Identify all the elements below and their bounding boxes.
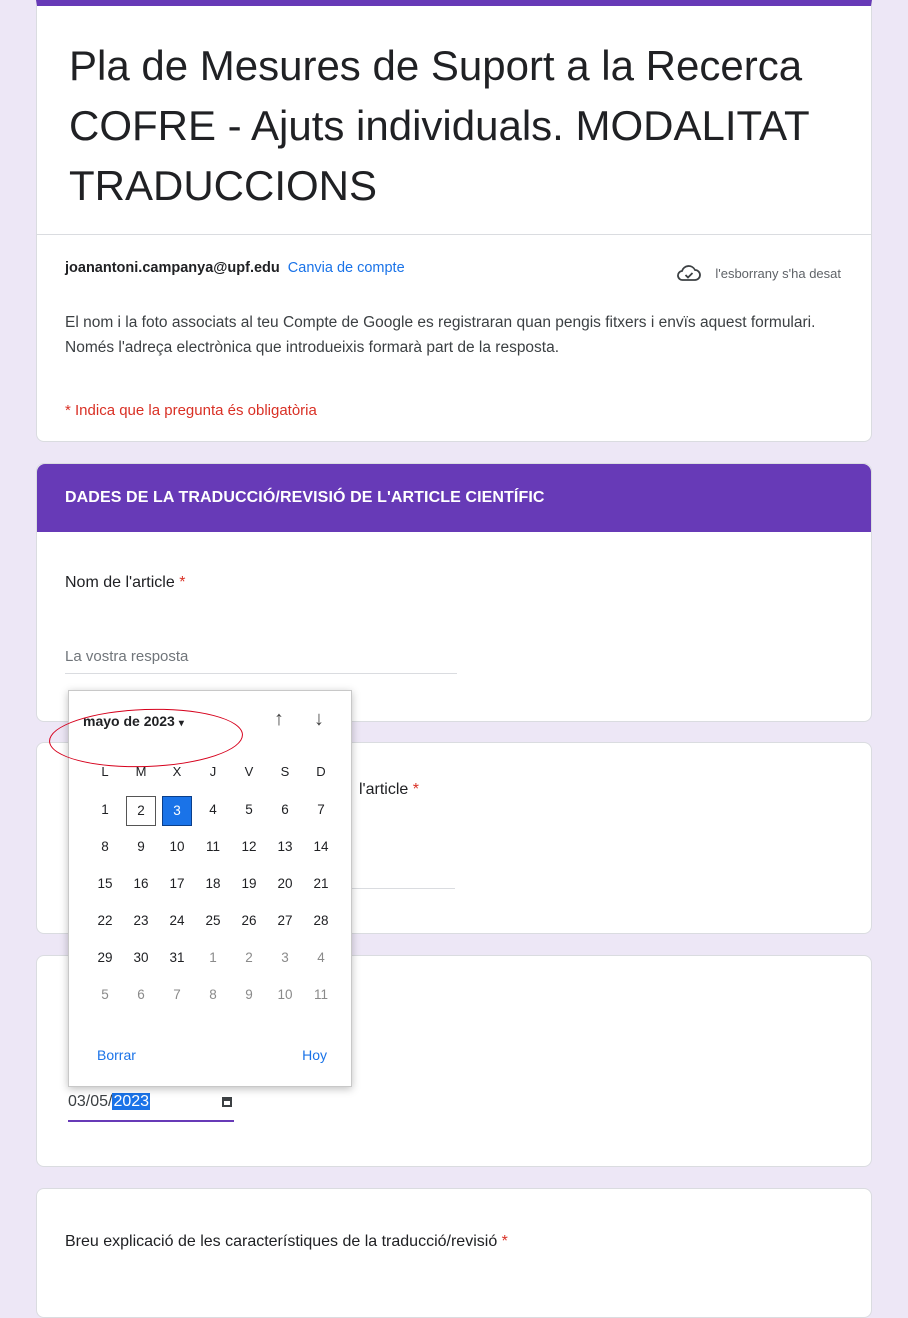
calendar-day[interactable]: 9 — [126, 833, 156, 863]
switch-account-link[interactable]: Canvia de compte — [288, 260, 405, 276]
calendar-day-other-month[interactable]: 2 — [234, 944, 264, 974]
calendar-day[interactable]: 11 — [198, 833, 228, 863]
question-text: l'article — [359, 781, 413, 798]
weekday-header: S — [280, 764, 290, 779]
calendar-day-other-month[interactable]: 11 — [306, 981, 336, 1011]
calendar-day-other-month[interactable]: 4 — [306, 944, 336, 974]
calendar-day[interactable]: 7 — [306, 796, 336, 826]
draft-saved-text: l'esborrany s'ha desat — [715, 265, 841, 281]
calendar-day[interactable]: 28 — [306, 907, 336, 937]
calendar-day-other-month[interactable]: 3 — [270, 944, 300, 974]
calendar-day-other-month[interactable]: 5 — [90, 981, 120, 1011]
calendar-day[interactable]: 2 — [126, 796, 156, 826]
weekday-header: L — [101, 764, 109, 779]
calendar-day-other-month[interactable]: 10 — [270, 981, 300, 1011]
weekday-header: D — [316, 764, 326, 779]
calendar-icon[interactable] — [222, 1097, 232, 1107]
weekday-header: V — [244, 764, 254, 779]
date-day-month: 03/05/ — [68, 1093, 113, 1110]
calendar-day[interactable]: 3 — [162, 796, 192, 826]
form-header-card: Pla de Mesures de Suport a la Recerca CO… — [36, 0, 872, 442]
required-notice: * Indica que la pregunta és obligatòria — [65, 402, 317, 419]
calendar-day[interactable]: 29 — [90, 944, 120, 974]
calendar-day[interactable]: 8 — [90, 833, 120, 863]
calendar-day[interactable]: 20 — [270, 870, 300, 900]
calendar-day[interactable]: 13 — [270, 833, 300, 863]
calendar-day[interactable]: 31 — [162, 944, 192, 974]
calendar-day[interactable]: 17 — [162, 870, 192, 900]
privacy-notice: El nom i la foto associats al teu Compte… — [65, 314, 816, 356]
form-title: Pla de Mesures de Suport a la Recerca CO… — [69, 42, 809, 209]
question-text: Nom de l'article — [65, 574, 180, 591]
article-name-input[interactable] — [65, 648, 457, 674]
calendar-day[interactable]: 22 — [90, 907, 120, 937]
question-label-4: Breu explicació de les característiques … — [65, 1233, 508, 1251]
calendar-day[interactable]: 14 — [306, 833, 336, 863]
date-input[interactable]: 03/05/2023 — [68, 1088, 234, 1122]
calendar-day[interactable]: 23 — [126, 907, 156, 937]
weekday-header: X — [172, 764, 182, 779]
calendar-grid: L M X J V S D 1 2 3 4 5 6 7 8 9 10 11 12 13 14 15 16 17 18 19 20 21… — [87, 759, 339, 1018]
calendar-day-other-month[interactable]: 7 — [162, 981, 192, 1011]
clear-button[interactable]: Borrar — [97, 1047, 136, 1063]
answer-underline — [337, 888, 455, 889]
calendar-day-other-month[interactable]: 1 — [198, 944, 228, 974]
header-divider — [37, 234, 871, 235]
calendar-day[interactable]: 10 — [162, 833, 192, 863]
calendar-day[interactable]: 18 — [198, 870, 228, 900]
weekday-header: J — [209, 764, 217, 779]
calendar-day[interactable]: 30 — [126, 944, 156, 974]
date-value[interactable]: 03/05/2023 — [68, 1093, 151, 1111]
date-year-selected: 2023 — [112, 1093, 151, 1110]
question-label-article-name: Nom de l'article * — [65, 574, 185, 592]
question-text: Breu explicació de les característiques … — [65, 1233, 502, 1250]
section-card: DADES DE LA TRADUCCIÓ/REVISIÓ DE L'ARTIC… — [36, 463, 872, 722]
calendar-day[interactable]: 1 — [90, 796, 120, 826]
dropdown-caret-icon: ▾ — [178, 718, 184, 729]
account-email: joanantoni.campanya@upf.edu — [65, 260, 280, 276]
question-label-2: l'article * — [359, 781, 419, 799]
calendar-day[interactable]: 21 — [306, 870, 336, 900]
required-asterisk: * — [179, 574, 186, 591]
calendar-day[interactable]: 6 — [270, 796, 300, 826]
calendar-day[interactable]: 26 — [234, 907, 264, 937]
calendar-day[interactable]: 15 — [90, 870, 120, 900]
calendar-day[interactable]: 27 — [270, 907, 300, 937]
previous-month-arrow-icon[interactable]: ↑ — [265, 705, 293, 733]
calendar-day[interactable]: 19 — [234, 870, 264, 900]
required-asterisk: * — [412, 781, 419, 798]
month-year-selector[interactable]: mayo de 2023 ▾ — [48, 705, 244, 771]
date-picker-popup: mayo de 2023 ▾ ↑ ↓ L M X J V S D 1 2 3 4 5 6 7 8 9 10 11 12… — [48, 690, 352, 1087]
calendar-day[interactable]: 12 — [234, 833, 264, 863]
calendar-day[interactable]: 25 — [198, 907, 228, 937]
calendar-day-other-month[interactable]: 8 — [198, 981, 228, 1011]
required-asterisk: * — [501, 1233, 508, 1250]
question-card-4: Breu explicació de les característiques … — [36, 1188, 872, 1318]
month-year-label: mayo de 2023 — [83, 713, 175, 729]
draft-status: l'esborrany s'ha desat — [677, 264, 841, 282]
calendar-day-other-month[interactable]: 6 — [126, 981, 156, 1011]
section-header: DADES DE LA TRADUCCIÓ/REVISIÓ DE L'ARTIC… — [37, 464, 871, 532]
next-month-arrow-icon[interactable]: ↓ — [305, 705, 333, 733]
calendar-day[interactable]: 16 — [126, 870, 156, 900]
calendar-day[interactable]: 4 — [198, 796, 228, 826]
today-button[interactable]: Hoy — [302, 1047, 327, 1063]
cloud-saved-icon — [677, 265, 702, 281]
weekday-header: M — [135, 764, 147, 779]
calendar-day[interactable]: 5 — [234, 796, 264, 826]
account-row: joanantoni.campanya@upf.edu Canvia de co… — [65, 260, 405, 276]
calendar-day-other-month[interactable]: 9 — [234, 981, 264, 1011]
calendar-day[interactable]: 24 — [162, 907, 192, 937]
